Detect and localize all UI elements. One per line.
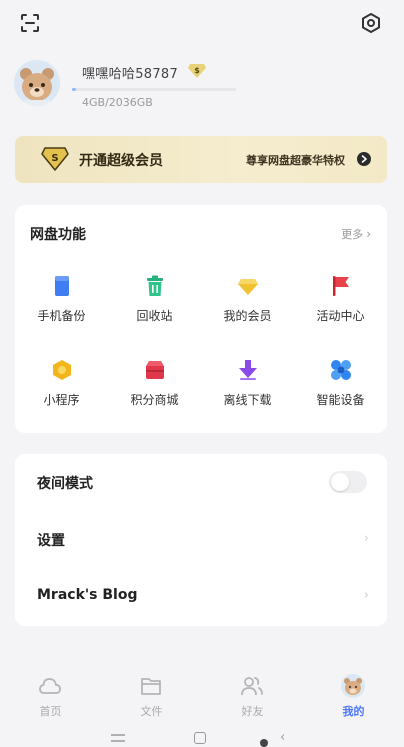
- function-label: 我的会员: [223, 309, 272, 323]
- storage-progress-fill: [72, 88, 77, 91]
- chevron-right-icon: ›: [366, 227, 371, 241]
- vip-diamond-icon: S: [41, 147, 69, 171]
- bottom-tab-bar: 首页 文件 好友 我的: [0, 668, 404, 722]
- svg-text:S: S: [51, 153, 58, 164]
- settings-row[interactable]: 设置 ›: [15, 511, 387, 568]
- tab-friends[interactable]: 好友: [202, 668, 303, 722]
- svg-text:$: $: [194, 66, 200, 75]
- function-recycle-bin[interactable]: 回收站: [108, 269, 201, 333]
- points-mall-icon: [146, 361, 164, 379]
- settings-card: 夜间模式 设置 › Mrack's Blog ›: [15, 454, 387, 626]
- avatar-tab-icon: [341, 674, 365, 698]
- storage-usage-text: 4GB/2036GB: [82, 96, 153, 109]
- function-smart-device[interactable]: 智能设备: [294, 353, 387, 417]
- offline-download-icon: [239, 360, 257, 380]
- more-link[interactable]: 更多 ›: [341, 226, 371, 242]
- drive-functions-card: 网盘功能 更多 › 手机备份 回收站 我的会员 活动中心 小程序 积分商城 离线…: [15, 205, 387, 433]
- home-square-icon[interactable]: [194, 732, 206, 744]
- recycle-bin-icon: [147, 275, 163, 296]
- function-points-mall[interactable]: 积分商城: [108, 353, 201, 417]
- bear-avatar-icon: [14, 60, 60, 106]
- tab-label: 好友: [241, 705, 264, 718]
- arrow-right-circle-icon[interactable]: [357, 152, 371, 166]
- function-mini-program[interactable]: 小程序: [15, 353, 108, 417]
- tab-me[interactable]: 我的: [303, 668, 404, 722]
- scan-icon[interactable]: [20, 13, 40, 33]
- chevron-right-icon: ›: [363, 588, 369, 603]
- storage-progress-bar: [72, 88, 236, 91]
- night-mode-row: 夜间模式: [15, 454, 387, 511]
- toggle-knob: [331, 473, 349, 491]
- profile-header[interactable]: 嘿嘿哈哈58787 $ 4GB/2036GB: [0, 52, 404, 122]
- username: 嘿嘿哈哈58787: [82, 67, 179, 82]
- night-mode-toggle[interactable]: [329, 471, 367, 493]
- function-label: 离线下载: [223, 393, 272, 407]
- back-chevron-icon[interactable]: ‹: [280, 730, 285, 745]
- chevron-right-icon: ›: [363, 531, 369, 546]
- watermark-dot-icon: [260, 739, 268, 747]
- cloud-home-icon: [39, 678, 61, 694]
- vip-banner-title: 开通超级会员: [79, 153, 163, 169]
- blog-row[interactable]: Mrack's Blog ›: [15, 568, 387, 625]
- membership-gem-icon: [238, 279, 258, 295]
- function-label: 活动中心: [316, 309, 365, 323]
- section-title: 网盘功能: [30, 227, 86, 243]
- tab-label: 文件: [140, 705, 163, 718]
- blog-label: Mrack's Blog: [37, 587, 138, 603]
- function-label: 智能设备: [316, 393, 365, 407]
- tab-label: 首页: [39, 705, 62, 718]
- function-phone-backup[interactable]: 手机备份: [15, 269, 108, 333]
- tab-label: 我的: [342, 705, 365, 718]
- tab-home[interactable]: 首页: [0, 668, 101, 722]
- function-label: 小程序: [43, 393, 80, 407]
- activity-flag-icon: [333, 276, 349, 296]
- function-label: 手机备份: [37, 309, 86, 323]
- function-offline-download[interactable]: 离线下载: [201, 353, 294, 417]
- top-bar: [0, 0, 404, 48]
- function-label: 回收站: [136, 309, 173, 323]
- function-membership[interactable]: 我的会员: [201, 269, 294, 333]
- vip-banner-subtitle: 尊享网盘超豪华特权: [246, 154, 345, 167]
- avatar[interactable]: [14, 60, 60, 106]
- system-navigation-bar: ‹: [0, 728, 404, 747]
- vip-badge-icon[interactable]: $: [187, 63, 207, 79]
- menu-icon[interactable]: [111, 734, 125, 742]
- mini-program-icon: [53, 360, 71, 380]
- night-mode-label: 夜间模式: [37, 476, 93, 492]
- friends-icon: [241, 677, 263, 696]
- phone-backup-icon: [55, 276, 69, 296]
- folder-icon: [141, 678, 161, 695]
- function-label: 积分商城: [130, 393, 179, 407]
- settings-gear-icon[interactable]: [360, 12, 382, 34]
- vip-upgrade-banner[interactable]: S 开通超级会员 尊享网盘超豪华特权: [15, 136, 387, 183]
- tab-files[interactable]: 文件: [101, 668, 202, 722]
- function-activity-center[interactable]: 活动中心: [294, 269, 387, 333]
- more-label: 更多: [341, 228, 364, 241]
- settings-label: 设置: [37, 533, 65, 549]
- smart-device-icon: [331, 360, 351, 380]
